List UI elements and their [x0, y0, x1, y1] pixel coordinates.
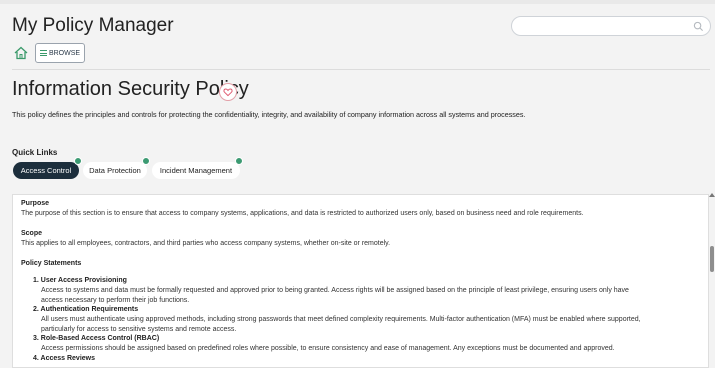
status-badge [142, 157, 150, 165]
quick-link-access-control[interactable]: Access Control [13, 157, 82, 179]
statement-text: All users must authenticate using approv… [41, 316, 641, 323]
search-icon [693, 21, 704, 32]
header-divider [12, 69, 710, 70]
page-title: Information Security Policy [12, 78, 249, 100]
policy-description: This policy defines the principles and c… [12, 110, 526, 119]
quick-links-label: Quick Links [12, 148, 58, 157]
quick-link-label: Access Control [20, 166, 72, 175]
scrollbar[interactable] [708, 194, 715, 368]
status-badge [74, 157, 82, 165]
home-icon[interactable] [13, 45, 29, 61]
scope-heading: Scope [21, 230, 43, 237]
statement-title: 1. User Access Provisioning [33, 277, 127, 284]
chevron-up-icon[interactable] [709, 193, 715, 197]
browse-label: BROWSE [48, 49, 81, 57]
statement-title: 3. Role-Based Access Control (RBAC) [33, 335, 160, 342]
quick-link-incident-management[interactable]: Incident Management [152, 157, 243, 179]
statement-text: Access permissions should be assigned ba… [41, 345, 615, 352]
favorite-button[interactable] [219, 83, 237, 101]
scope-text: This applies to all employees, contracto… [21, 240, 391, 247]
app-title: My Policy Manager [12, 15, 174, 36]
statement-text: Access to systems and data must be forma… [41, 287, 629, 294]
browse-button[interactable]: BROWSE [35, 43, 85, 63]
quick-link-label: Data Protection [89, 166, 141, 175]
purpose-heading: Purpose [21, 200, 50, 207]
quick-link-data-protection[interactable]: Data Protection [83, 157, 150, 179]
quick-link-label: Incident Management [159, 166, 233, 175]
search-input[interactable] [511, 16, 711, 36]
policy-statements-heading: Policy Statements [21, 260, 82, 267]
statement-text: access necessary to perform their job fu… [41, 296, 190, 304]
heart-icon [223, 88, 233, 97]
top-bar [0, 0, 715, 4]
scrollbar-thumb[interactable] [710, 246, 714, 272]
statement-title: 4. Access Reviews [33, 355, 96, 362]
statement-title: 2. Authentication Requirements [33, 306, 139, 313]
menu-icon [39, 50, 47, 56]
purpose-text: The purpose of this section is to ensure… [21, 210, 584, 217]
statement-text: particularly for access to sensitive sys… [41, 325, 237, 333]
status-badge [235, 157, 243, 165]
policy-content-panel[interactable]: Purpose The purpose of this section is t… [12, 194, 709, 368]
